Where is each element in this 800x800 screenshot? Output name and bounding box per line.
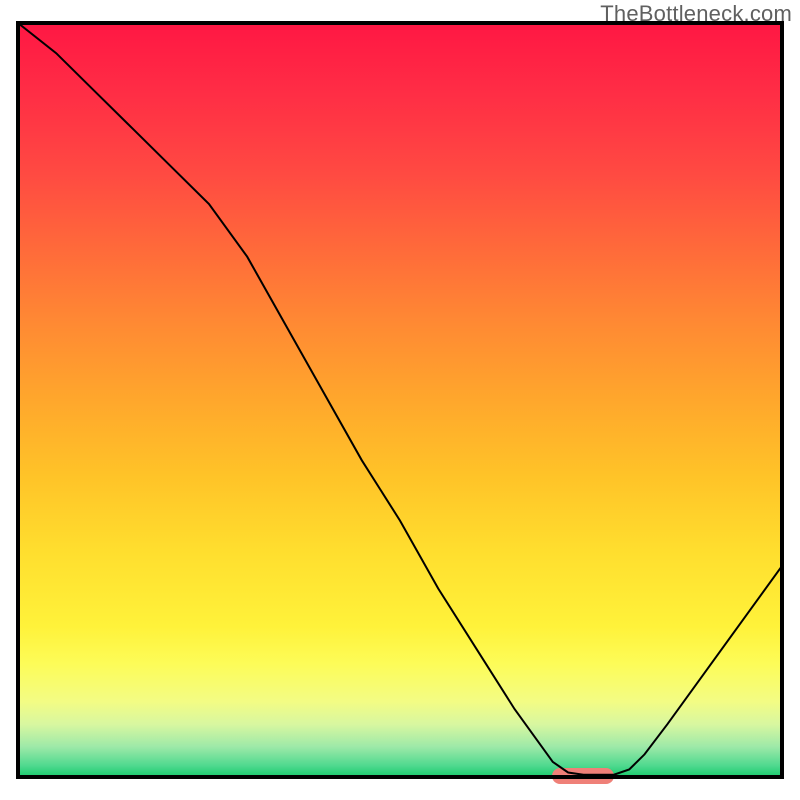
chart-svg	[0, 0, 800, 800]
plot-background	[18, 23, 782, 777]
chart-canvas: TheBottleneck.com	[0, 0, 800, 800]
watermark: TheBottleneck.com	[600, 1, 792, 27]
